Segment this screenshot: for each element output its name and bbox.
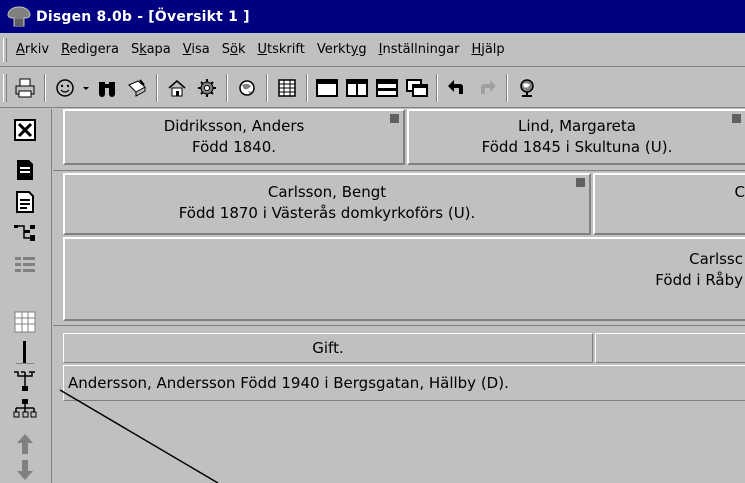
annotation-pointer-line [59,389,219,483]
